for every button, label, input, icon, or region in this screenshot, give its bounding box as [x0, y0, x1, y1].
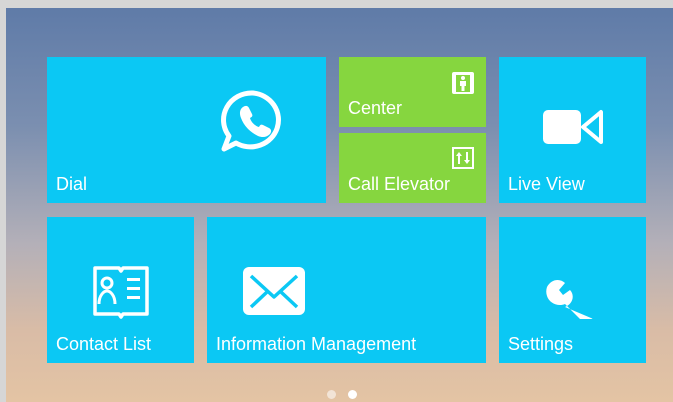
call-elevator-tile[interactable]: Call Elevator: [339, 133, 486, 203]
elevator-arrows-icon: [452, 147, 474, 169]
center-label: Center: [348, 98, 403, 118]
information-management-label: Information Management: [216, 334, 417, 354]
settings-label: Settings: [508, 334, 574, 354]
page-dot-2[interactable]: [348, 390, 357, 399]
contact-book-icon: [93, 266, 149, 319]
phone-chat-icon: [221, 90, 281, 152]
dial-label: Dial: [56, 174, 88, 194]
live-view-label: Live View: [508, 174, 585, 194]
live-view-tile[interactable]: Live View: [499, 57, 646, 203]
envelope-icon: [243, 267, 305, 315]
elevator-person-icon: [452, 72, 474, 94]
information-management-tile[interactable]: Information Management: [207, 217, 486, 363]
center-tile[interactable]: Center: [339, 57, 486, 127]
settings-tile[interactable]: Settings: [499, 217, 646, 363]
page-dot-1[interactable]: [327, 390, 336, 399]
contact-list-label: Contact List: [56, 334, 152, 354]
video-camera-icon: [543, 110, 603, 144]
contact-list-tile[interactable]: Contact List: [47, 217, 194, 363]
call-elevator-label: Call Elevator: [348, 174, 451, 194]
wrench-icon: [546, 279, 593, 319]
top-bezel: [0, 0, 673, 8]
dial-tile[interactable]: Dial: [47, 57, 326, 203]
